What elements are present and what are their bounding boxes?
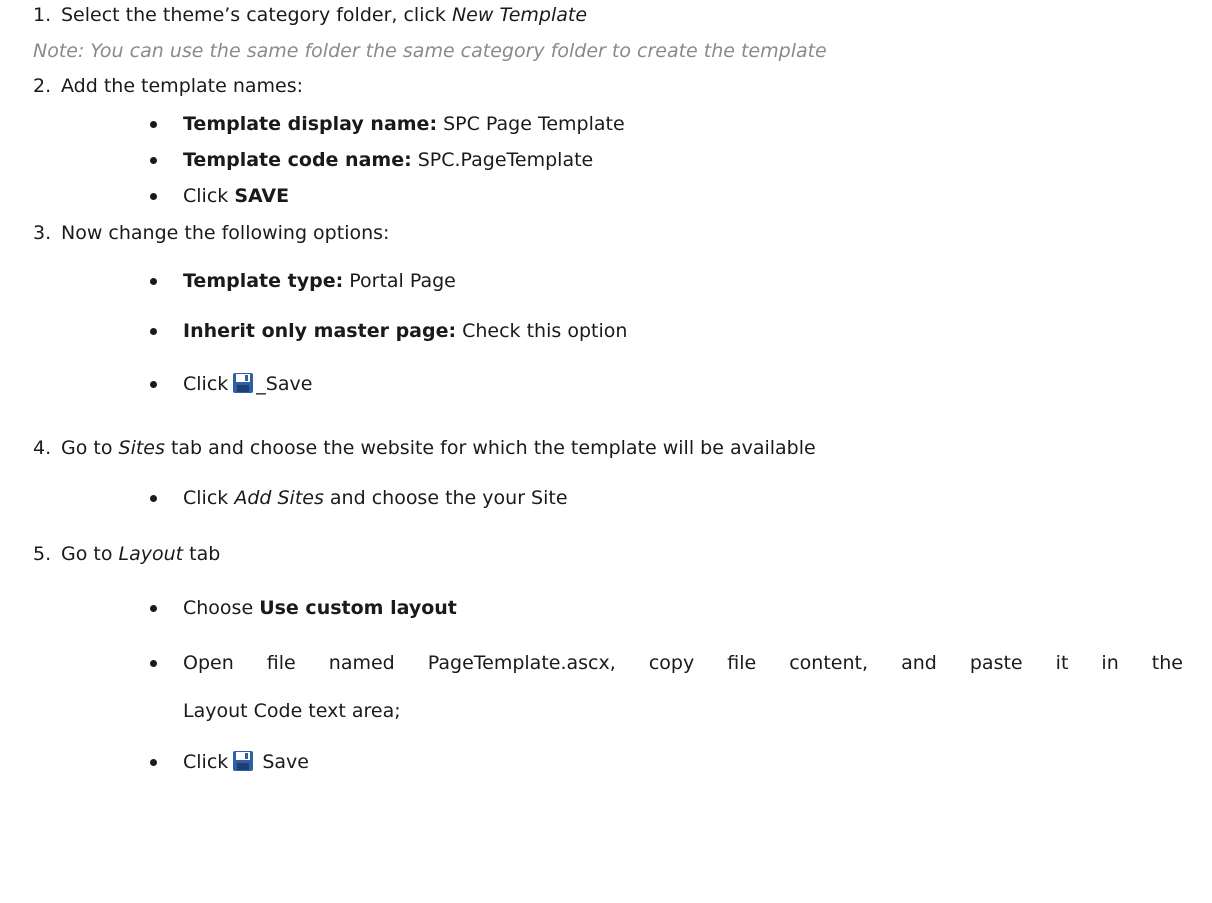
bullet-value: Check this option (456, 320, 628, 342)
bullet-dot (150, 328, 157, 335)
bullet-text: Click (183, 185, 235, 207)
bullet-after: Save (256, 751, 309, 773)
step-text: Now change the following options: (61, 222, 390, 244)
bullet-dot (150, 193, 157, 200)
bullet-open-file-line1: Open file named PageTemplate.ascx, copy … (183, 652, 1183, 674)
bullet-dot (150, 121, 157, 128)
bullet-open-file-line2: Layout Code text area; (183, 700, 401, 722)
bullet-dot (150, 660, 157, 667)
bullet-label: Template type: (183, 270, 344, 292)
step-emphasis: New Template (451, 4, 588, 26)
floppy-disk-save-icon (233, 751, 254, 771)
step-text: tab (183, 543, 221, 565)
bullet-dot (150, 278, 157, 285)
bullet-bold: SAVE (234, 185, 290, 207)
bullet-dot (150, 381, 157, 388)
bullet-text: Click (183, 751, 229, 773)
bullet-text: Choose (183, 597, 260, 619)
bullet-label: Template code name: (183, 149, 412, 171)
step-text: Add the template names: (61, 75, 304, 97)
bullet-dot (150, 495, 157, 502)
bullet-label: Template display name: (183, 113, 438, 135)
bullet-dot (150, 605, 157, 612)
bullet-value: SPC.PageTemplate (411, 149, 594, 171)
step-4: 4. Go to Sites tab and choose the website… (33, 436, 816, 460)
bullet-after: _Save (256, 373, 313, 395)
step-text: tab and choose the website for which the… (164, 437, 816, 459)
step-number: 2. (33, 75, 52, 97)
step-3: 3. Now change the following options: (33, 221, 389, 245)
step-emphasis: Sites (118, 437, 165, 459)
note-text: Note: You can use the same folder the sa… (33, 40, 827, 62)
step-text: Go to (61, 437, 119, 459)
bullet-emphasis: Add Sites (234, 487, 324, 509)
bullet-bold: Use custom layout (259, 597, 457, 619)
step-number: 1. (33, 4, 52, 26)
bullet-text: Click (183, 487, 235, 509)
bullet-value: SPC Page Template (437, 113, 625, 135)
step-text: Select the theme’s category folder, clic… (61, 4, 452, 26)
bullet-text: and choose the your Site (323, 487, 568, 509)
bullet-label: Inherit only master page: (183, 320, 457, 342)
step-text: Go to (61, 543, 119, 565)
step-number: 4. (33, 437, 52, 459)
bullet-text: Click (183, 373, 229, 395)
step-1: 1. Select the theme’s category folder, cl… (33, 3, 587, 27)
bullet-value: Portal Page (343, 270, 456, 292)
floppy-disk-save-icon (233, 373, 254, 393)
bullet-dot (150, 759, 157, 766)
bullet-dot (150, 157, 157, 164)
step-2: 2. Add the template names: (33, 74, 303, 98)
step-emphasis: Layout (118, 543, 184, 565)
step-number: 3. (33, 222, 52, 244)
step-5: 5. Go to Layout tab (33, 542, 220, 566)
document-page: 1. Select the theme’s category folder, cl… (0, 0, 1212, 903)
step-number: 5. (33, 543, 52, 565)
